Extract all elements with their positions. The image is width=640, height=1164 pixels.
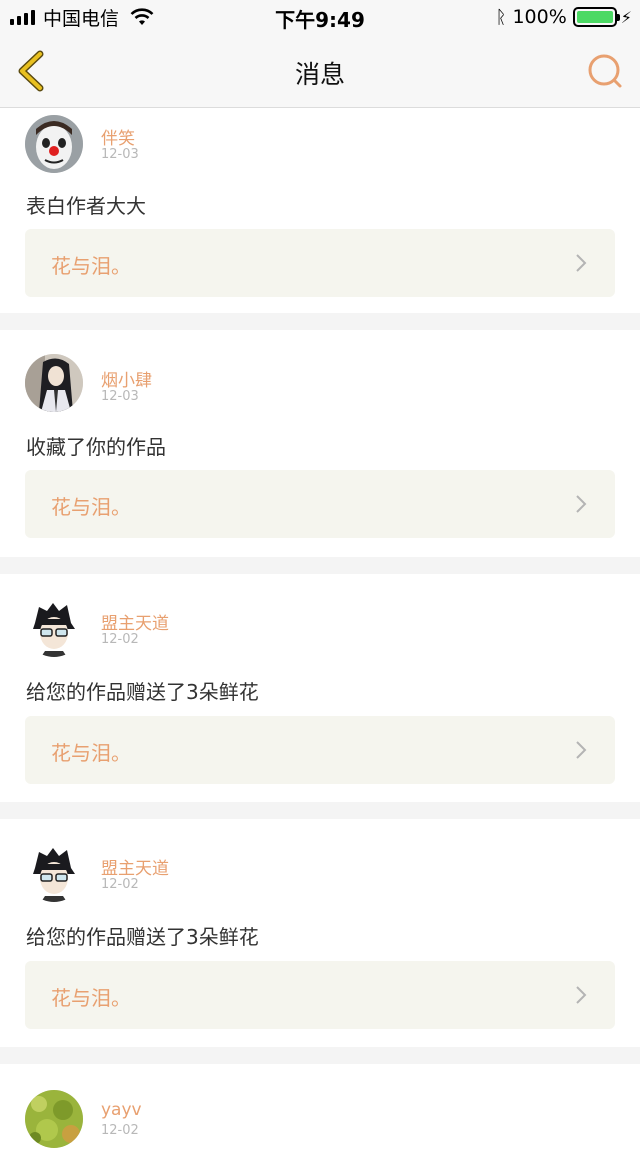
battery-percent: 100% xyxy=(512,6,567,28)
user-name[interactable]: 盟主天道 xyxy=(101,609,169,634)
green-texture-avatar xyxy=(25,1090,83,1148)
anime-glasses-avatar xyxy=(25,844,83,902)
user-name[interactable]: 盟主天道 xyxy=(101,854,169,879)
chevron-right-icon xyxy=(576,986,587,1004)
user-name[interactable]: 伴笑 xyxy=(101,124,135,149)
message-text: 给您的作品赠送了3朵鲜花 xyxy=(26,680,259,704)
battery-icon xyxy=(572,7,620,27)
work-link[interactable]: 花与泪。 xyxy=(25,470,615,538)
message-card: 伴笑 12-03 表白作者大大 花与泪。 xyxy=(0,108,640,313)
work-title: 花与泪。 xyxy=(51,741,131,765)
work-link[interactable]: 花与泪。 xyxy=(25,716,615,784)
separator xyxy=(0,557,640,574)
message-date: 12-02 xyxy=(101,632,139,647)
status-bar: 中国电信 下午9:49 ᚱ 100% ⚡ xyxy=(0,0,640,34)
message-card: yayv 12-02 xyxy=(0,1064,640,1164)
work-link[interactable]: 花与泪。 xyxy=(25,229,615,297)
message-date: 12-03 xyxy=(101,147,139,162)
message-date: 12-02 xyxy=(101,877,139,892)
anime-glasses-avatar xyxy=(25,599,83,657)
work-title: 花与泪。 xyxy=(51,254,131,278)
anime-long-hair-avatar xyxy=(25,354,83,412)
separator xyxy=(0,1047,640,1064)
chevron-right-icon xyxy=(576,495,587,513)
page-title: 消息 xyxy=(294,60,345,89)
separator xyxy=(0,802,640,819)
chevron-right-icon xyxy=(576,741,587,759)
search-icon[interactable] xyxy=(586,52,624,90)
message-text: 收藏了你的作品 xyxy=(26,435,166,459)
message-text: 表白作者大大 xyxy=(26,194,146,218)
work-title: 花与泪。 xyxy=(51,495,131,519)
message-list: 伴笑 12-03 表白作者大大 花与泪。 烟小肆 12-03 收藏了你的作品 花… xyxy=(0,108,640,1164)
message-card: 盟主天道 12-02 给您的作品赠送了3朵鲜花 花与泪。 xyxy=(0,574,640,802)
message-card: 烟小肆 12-03 收藏了你的作品 花与泪。 xyxy=(0,330,640,557)
work-title: 花与泪。 xyxy=(51,986,131,1010)
message-date: 12-02 xyxy=(101,1123,139,1138)
chevron-right-icon xyxy=(576,254,587,272)
nav-bar: 消息 xyxy=(0,34,640,108)
user-name[interactable]: yayv xyxy=(101,1100,142,1120)
message-date: 12-03 xyxy=(101,389,139,404)
message-card: 盟主天道 12-02 给您的作品赠送了3朵鲜花 花与泪。 xyxy=(0,819,640,1047)
charging-icon: ⚡ xyxy=(620,7,632,27)
message-text: 给您的作品赠送了3朵鲜花 xyxy=(26,925,259,949)
user-name[interactable]: 烟小肆 xyxy=(101,366,152,391)
clown-avatar xyxy=(25,115,83,173)
separator xyxy=(0,313,640,330)
work-link[interactable]: 花与泪。 xyxy=(25,961,615,1029)
bluetooth-icon: ᚱ xyxy=(495,6,507,28)
